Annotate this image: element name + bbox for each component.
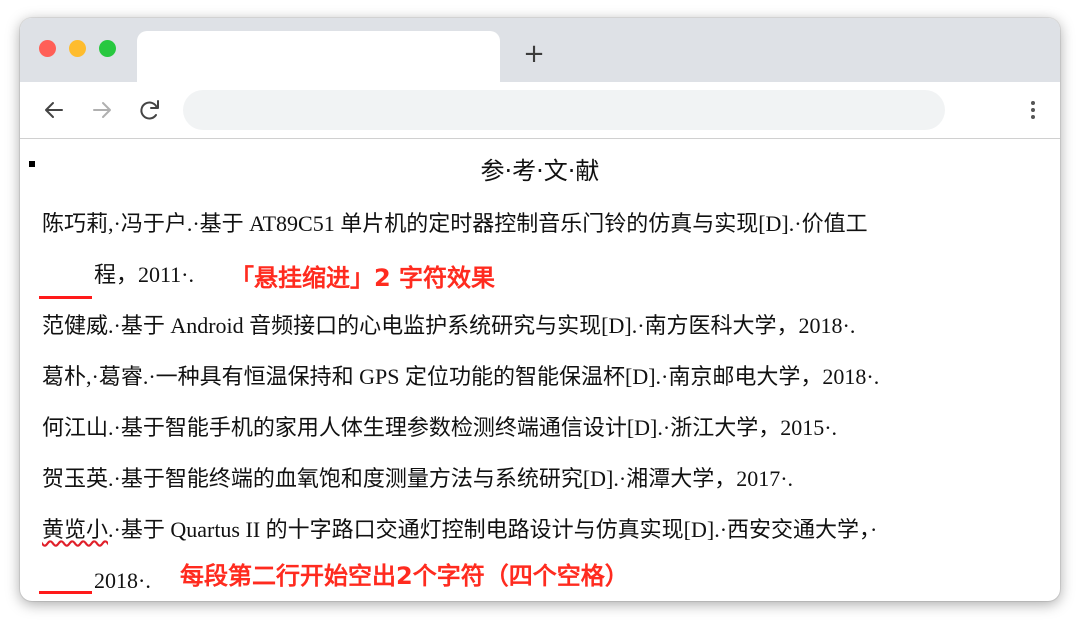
reload-button[interactable]	[136, 96, 164, 124]
reference-6-author: 黄览小	[42, 517, 109, 542]
browser-window: + 参·考·文·献 陈巧莉,·冯于户.·基于 AT89C51 单片机的定时器控制…	[20, 18, 1060, 601]
forward-button[interactable]	[88, 96, 116, 124]
annotation-hanging-indent: 「悬挂缩进」2 字符效果	[230, 264, 496, 292]
reference-3: 葛朴,·葛睿.·一种具有恒温保持和 GPS 定位功能的智能保温杯[D].·南京邮…	[42, 364, 880, 389]
reference-4: 何江山.·基于智能手机的家用人体生理参数检测终端通信设计[D].·浙江大学，20…	[42, 415, 838, 440]
active-tab[interactable]	[137, 31, 500, 83]
document-title: 参·考·文·献	[480, 157, 600, 185]
annotation-second-line: 每段第二行开始空出2个字符（四个空格）	[180, 562, 629, 590]
document-content: 参·考·文·献 陈巧莉,·冯于户.·基于 AT89C51 单片机的定时器控制音乐…	[20, 139, 1060, 601]
reload-icon	[140, 100, 159, 120]
address-bar[interactable]	[183, 90, 945, 130]
reference-2: 范健威.·基于 Android 音频接口的心电监护系统研究与实现[D].·南方医…	[42, 313, 856, 338]
back-arrow-icon	[45, 102, 63, 118]
reference-1-line-1: 陈巧莉,·冯于户.·基于 AT89C51 单片机的定时器控制音乐门铃的仿真与实现…	[42, 211, 868, 236]
maximize-window-button[interactable]	[99, 40, 116, 57]
reference-5: 贺玉英.·基于智能终端的血氧饱和度测量方法与系统研究[D].·湘潭大学，2017…	[42, 466, 794, 491]
back-button[interactable]	[40, 96, 68, 124]
tab-bar: +	[20, 18, 1060, 83]
reference-1-line-2-text: 程，2011·.	[94, 262, 195, 287]
close-window-button[interactable]	[39, 40, 56, 57]
indent-marker-1	[39, 296, 92, 299]
forward-arrow-icon	[93, 102, 111, 118]
minimize-window-button[interactable]	[69, 40, 86, 57]
new-tab-button[interactable]: +	[520, 40, 548, 68]
reference-1-line-2: 程，2011·.	[42, 260, 194, 290]
reference-6-line-1-text: .·基于 Quartus II 的十字路口交通灯控制电路设计与仿真实现[D].·…	[108, 517, 878, 542]
reference-6-line-1: 黄览小.·基于 Quartus II 的十字路口交通灯控制电路设计与仿真实现[D…	[42, 515, 877, 545]
browser-toolbar	[20, 82, 1060, 139]
more-vert-icon	[1031, 101, 1035, 119]
indent-marker-2	[39, 591, 92, 594]
browser-menu-button[interactable]	[1028, 96, 1038, 124]
reference-6-line-2-text: 2018·.	[94, 568, 151, 593]
